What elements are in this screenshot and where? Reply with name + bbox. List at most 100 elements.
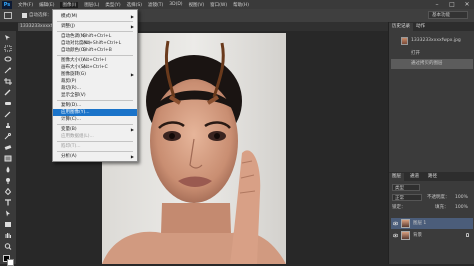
auto-select-checkbox[interactable] — [22, 13, 27, 18]
image-menu-item[interactable]: 分析(A) ▶ — [53, 153, 137, 160]
submenu-arrow-icon: ▶ — [130, 24, 134, 29]
minimize-button[interactable]: – — [430, 0, 444, 9]
lasso-tool-icon[interactable] — [4, 56, 12, 63]
submenu-arrow-icon: ▶ — [130, 154, 134, 159]
history-snapshot[interactable]: 1333233xxxxfwpx.jpg — [391, 36, 473, 46]
menu-item-shortcut: Shift+Ctrl+B — [83, 48, 112, 53]
pen-tool-icon[interactable] — [4, 188, 12, 195]
menu-layer[interactable]: 图层(L) — [84, 2, 99, 8]
blend-mode-select[interactable]: 正常 — [392, 194, 422, 201]
menu-item-label: 变量(B) — [61, 127, 77, 132]
maximize-button[interactable]: □ — [445, 0, 459, 9]
right-panel-dock: 历史记录 动作 1333233xxxxfwpx.jpg 打开 通过拷贝的图层 图… — [388, 22, 474, 264]
tab-paths[interactable]: 路径 — [425, 173, 440, 181]
image-menu-item[interactable]: 自动颜色(O) Shift+Ctrl+B — [53, 47, 137, 54]
menu-separator — [57, 31, 133, 32]
menu-help[interactable]: 帮助(H) — [233, 2, 249, 8]
menu-item-label: 陷印(T)... — [61, 144, 81, 149]
type-tool-icon[interactable] — [4, 199, 12, 206]
zoom-tool-icon[interactable] — [4, 243, 12, 250]
marquee-tool-icon[interactable] — [4, 45, 12, 52]
menu-select[interactable]: 选择(S) — [127, 2, 142, 8]
background-color-swatch[interactable] — [7, 259, 14, 266]
shape-tool-icon[interactable] — [4, 221, 12, 228]
menu-separator — [57, 55, 133, 56]
image-menu-item[interactable]: 画布大小(S)... Alt+Ctrl+C — [53, 64, 137, 71]
menu-image[interactable]: 图像(I) — [60, 1, 79, 8]
move-tool-icon[interactable] — [4, 12, 12, 19]
tools-panel — [0, 31, 16, 266]
layer-row-background[interactable]: 背景 — [391, 230, 473, 241]
menu-item-label: 分析(A) — [61, 154, 77, 159]
visibility-eye-icon[interactable] — [393, 233, 398, 238]
image-menu-item[interactable]: 计算(C)... — [53, 116, 137, 123]
menu-separator — [57, 124, 133, 125]
image-menu-item[interactable]: 显示全部(V) — [53, 92, 137, 99]
snapshot-label: 1333233xxxxfwpx.jpg — [411, 38, 461, 43]
dodge-tool-icon[interactable] — [4, 177, 12, 184]
fill-value[interactable]: 100% — [455, 204, 468, 211]
layer-thumbnail — [401, 231, 410, 240]
image-menu-item[interactable]: 自动色调(N) Shift+Ctrl+L — [53, 33, 137, 40]
gradient-tool-icon[interactable] — [4, 155, 12, 162]
lock-icon — [466, 233, 469, 237]
menu-3d[interactable]: 3D(D) — [169, 2, 182, 7]
crop-tool-icon[interactable] — [4, 78, 12, 85]
move-tool-icon[interactable] — [4, 34, 12, 41]
opacity-value[interactable]: 100% — [455, 194, 468, 201]
history-item-layer-via-copy[interactable]: 通过拷贝的图层 — [391, 59, 473, 69]
menu-item-label: 复制(D)... — [61, 103, 82, 108]
layer-thumbnail — [401, 219, 410, 228]
tab-history[interactable]: 历史记录 — [389, 23, 413, 31]
history-item-label: 打开 — [411, 51, 420, 56]
image-menu-item[interactable]: 复制(D)... — [53, 102, 137, 109]
tab-actions[interactable]: 动作 — [413, 23, 428, 31]
snapshot-thumbnail — [401, 37, 408, 45]
eraser-tool-icon[interactable] — [4, 144, 12, 151]
brush-tool-icon[interactable] — [4, 111, 12, 118]
image-menu-item[interactable]: 裁切(R)... — [53, 85, 137, 92]
menu-item-label: 裁剪(P) — [61, 79, 77, 84]
visibility-eye-icon[interactable] — [393, 221, 398, 226]
image-menu-item[interactable]: 图像旋转(G) ▶ — [53, 71, 137, 78]
menu-item-label: 模式(M) — [61, 14, 78, 19]
menu-filter[interactable]: 滤镜(T) — [148, 2, 163, 8]
image-menu-item[interactable]: 变量(B) ▶ — [53, 126, 137, 133]
menu-bar: Ps 文件(F) 编辑(E) 图像(I) 图层(L) 类型(Y) 选择(S) 滤… — [0, 0, 474, 9]
menu-edit[interactable]: 编辑(E) — [39, 2, 54, 8]
menu-view[interactable]: 视图(V) — [189, 2, 205, 8]
workspace-switcher[interactable]: 基本功能 — [428, 11, 468, 19]
hand-tool-icon[interactable] — [4, 232, 12, 239]
path-select-tool-icon[interactable] — [4, 210, 12, 217]
quick-select-tool-icon[interactable] — [4, 67, 12, 74]
clone-stamp-tool-icon[interactable] — [4, 122, 12, 129]
history-brush-tool-icon[interactable] — [4, 133, 12, 140]
layer-kind-filter[interactable]: 类型 — [392, 184, 420, 191]
image-menu-item[interactable]: 自动对比度(U) Alt+Shift+Ctrl+L — [53, 40, 137, 47]
tab-layers[interactable]: 图层 — [389, 173, 404, 181]
tab-channels[interactable]: 通道 — [407, 173, 422, 181]
opacity-label: 不透明度： — [427, 195, 450, 200]
image-menu-item[interactable]: 裁剪(P) — [53, 78, 137, 85]
menu-separator — [57, 100, 133, 101]
history-item-open[interactable]: 打开 — [391, 49, 473, 59]
healing-brush-tool-icon[interactable] — [4, 100, 12, 107]
layer-row-layer1[interactable]: 图层 1 — [391, 218, 473, 229]
menu-window[interactable]: 窗口(W) — [210, 2, 227, 8]
submenu-arrow-icon: ▶ — [130, 72, 134, 77]
menu-item-label: 裁切(R)... — [61, 86, 81, 91]
menu-separator — [57, 151, 133, 152]
menu-type[interactable]: 类型(Y) — [105, 2, 120, 8]
submenu-arrow-icon: ▶ — [130, 14, 134, 19]
history-panel-tabs: 历史记录 动作 — [389, 22, 474, 31]
image-menu-item[interactable]: 调整(J) ▶ — [53, 23, 137, 30]
eyedropper-tool-icon[interactable] — [4, 89, 12, 96]
menu-item-shortcut: Shift+Ctrl+L — [83, 34, 112, 39]
layer-name: 背景 — [413, 233, 422, 238]
menu-file[interactable]: 文件(F) — [18, 2, 33, 8]
close-button[interactable]: ✕ — [460, 0, 474, 9]
image-menu-item[interactable]: 应用图像(Y)... — [53, 109, 137, 116]
blur-tool-icon[interactable] — [4, 166, 12, 173]
image-menu-item[interactable]: 模式(M) ▶ — [53, 13, 137, 20]
image-menu-item[interactable]: 图像大小(I)... Alt+Ctrl+I — [53, 57, 137, 64]
